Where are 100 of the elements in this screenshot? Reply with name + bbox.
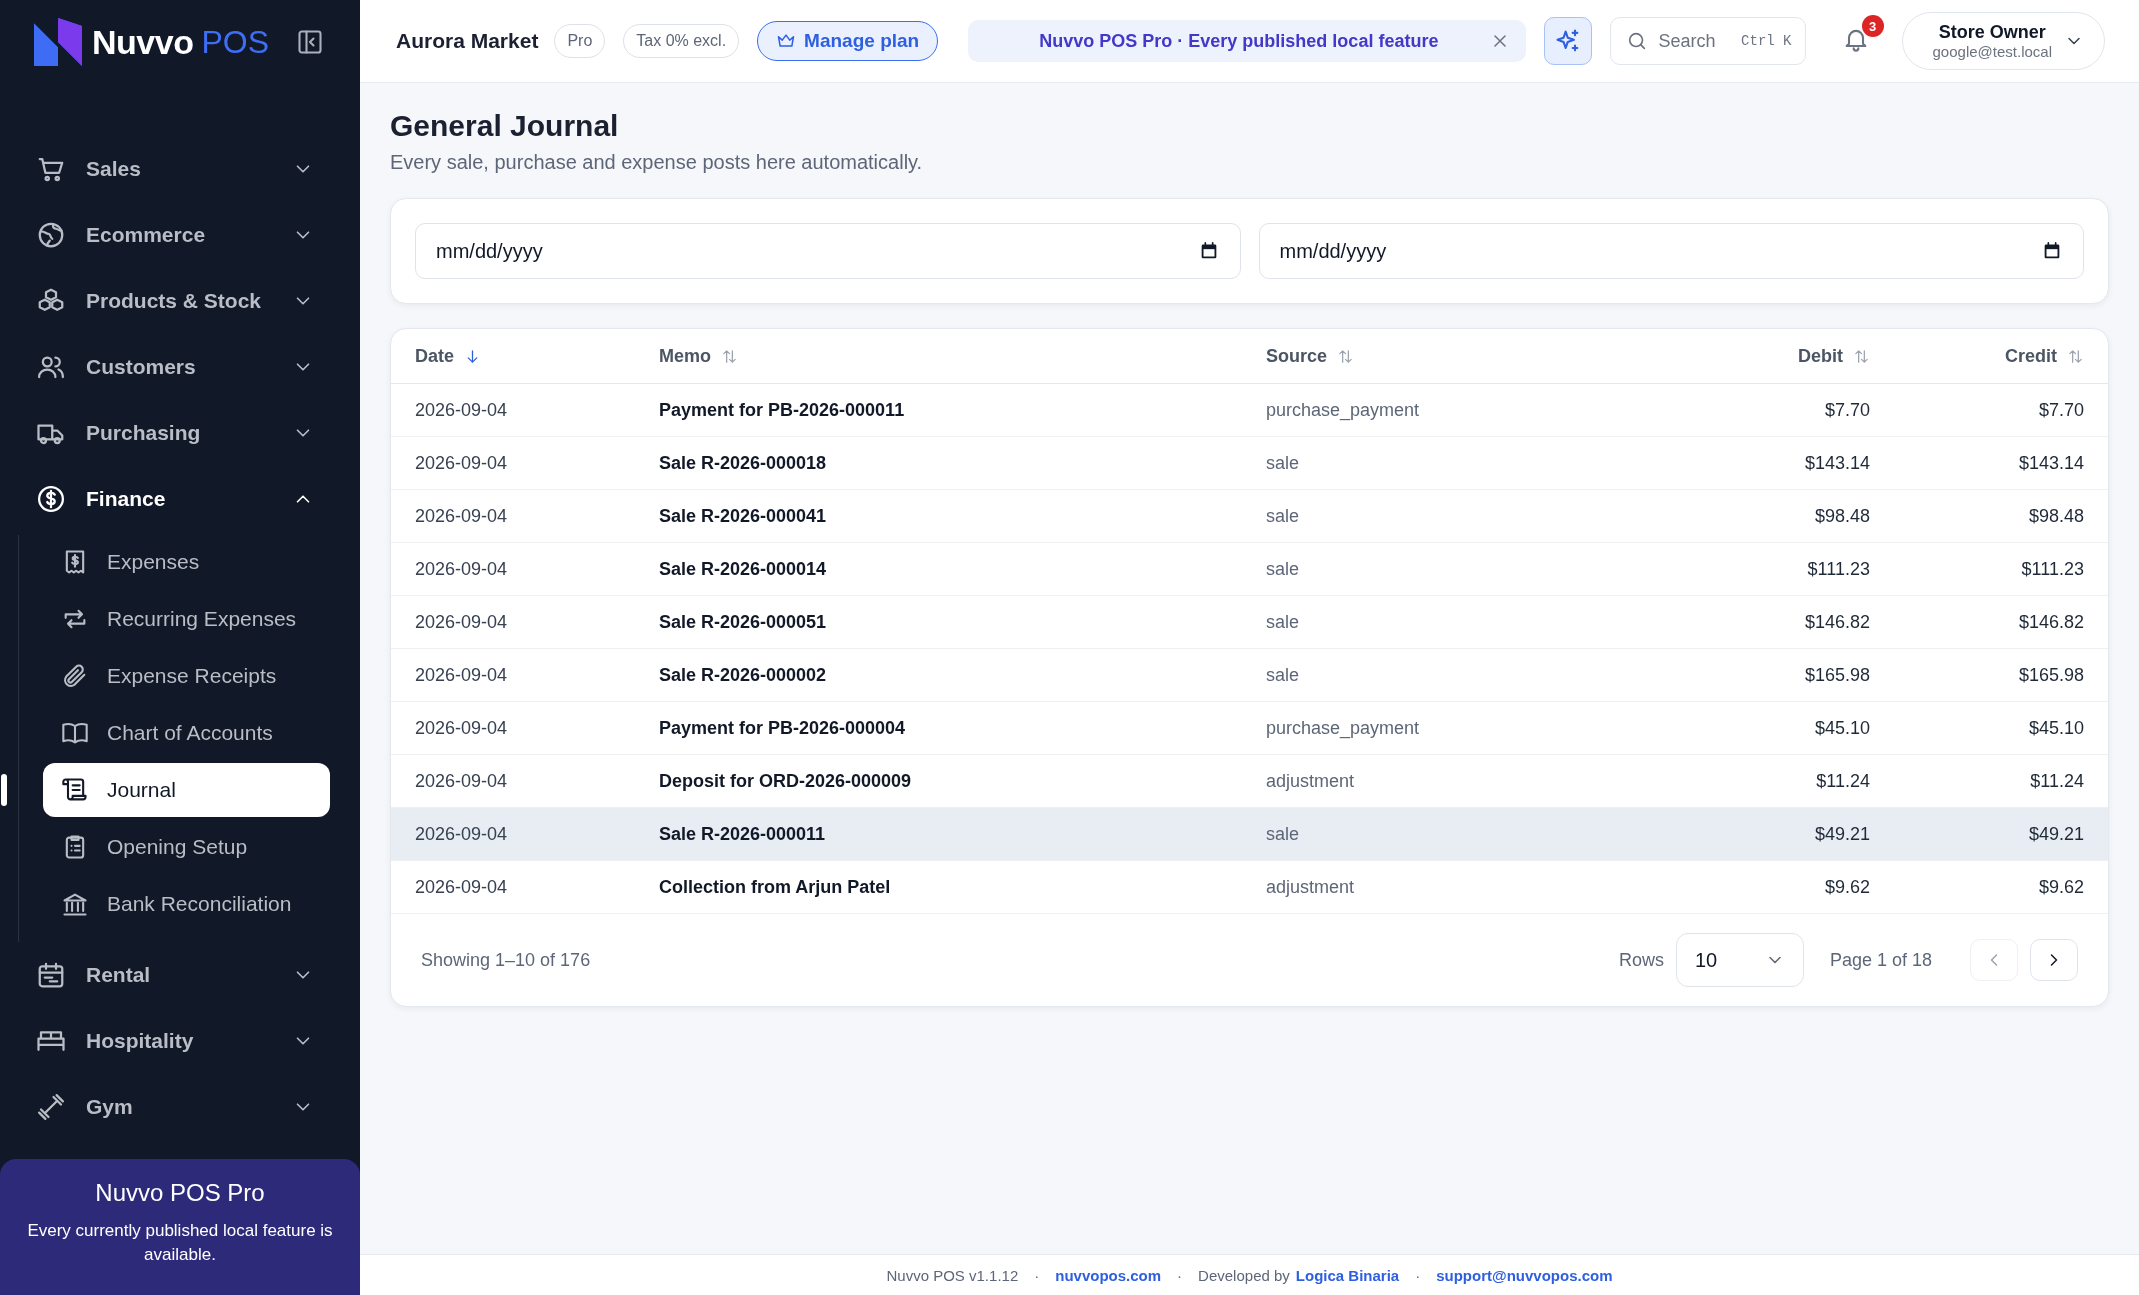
table-cell-text: sale xyxy=(1266,451,1301,475)
nav-item[interactable]: Ecommerce xyxy=(0,202,360,268)
table-cell-text: sale xyxy=(1266,610,1301,634)
table-cell-text: $165.98 xyxy=(1803,663,1870,687)
table-cell-text: sale xyxy=(1266,557,1301,581)
date-field[interactable]: mm/dd/yyyy xyxy=(415,223,1241,279)
table-cell-text: $143.14 xyxy=(2017,451,2085,475)
manage-plan-button[interactable]: Manage plan xyxy=(757,21,939,61)
table-cell-text: 2026-09-04 xyxy=(414,610,509,634)
footer-link[interactable]: support@nuvvopos.com xyxy=(1436,1266,1613,1284)
column-header[interactable]: Source xyxy=(1266,329,1526,383)
table-cell-text: Collection from Arjun Patel xyxy=(659,875,892,899)
table-cell-text: $146.82 xyxy=(1803,610,1870,634)
rows-per-page-select[interactable]: 10 xyxy=(1675,933,1804,987)
table-cell-text: $11.24 xyxy=(1815,769,1870,793)
table-cell-text: Payment for PB-2026-000004 xyxy=(659,716,907,740)
table-cell-text: Sale R-2026-000051 xyxy=(659,610,828,634)
footer-text: Nuvvo POS v1.1.12 xyxy=(886,1266,1019,1284)
notification-count: 3 xyxy=(1861,15,1884,37)
table-cell-text: Deposit for ORD-2026-000009 xyxy=(659,769,913,793)
nav-item[interactable]: Finance xyxy=(0,466,360,532)
table-cell-text: $143.14 xyxy=(1803,451,1870,475)
nav-item[interactable]: Products & Stock xyxy=(0,268,360,334)
table-cell-text: adjustment xyxy=(1266,875,1356,899)
nav-item[interactable]: Customers xyxy=(0,334,360,400)
page-info: Page 1 of 18 xyxy=(1829,949,1932,971)
table-cell-text: sale xyxy=(1266,663,1301,687)
nav-item[interactable]: Hospitality xyxy=(0,1008,360,1074)
table-cell-text: Sale R-2026-000018 xyxy=(659,451,828,475)
user-menu[interactable]: Store Owner google@test.local xyxy=(1901,12,2105,70)
footer-text: Developed by xyxy=(1198,1266,1290,1284)
table-cell-text: $49.21 xyxy=(1813,822,1870,846)
table-cell-text: 2026-09-04 xyxy=(414,504,509,528)
table-cell-text: 2026-09-04 xyxy=(414,822,509,846)
logo: Nuvvo POS xyxy=(26,10,269,74)
table-cell-text: $111.23 xyxy=(2020,557,2085,581)
page-title: General Journal xyxy=(390,109,620,143)
table-cell-text: Payment for PB-2026-000011 xyxy=(659,398,906,422)
sparkle-button[interactable] xyxy=(1543,17,1592,65)
table-cell-text: $98.48 xyxy=(1813,504,1870,528)
table-cell-text: $49.21 xyxy=(2027,822,2085,846)
column-header[interactable]: Date xyxy=(391,329,659,383)
table-cell-text: 2026-09-04 xyxy=(414,769,509,793)
table-cell-text: Sale R-2026-000011 xyxy=(659,822,827,846)
nav-item[interactable]: Rental xyxy=(0,942,360,1008)
column-header[interactable]: Credit xyxy=(1870,329,2108,383)
table-cell-text: $9.62 xyxy=(1823,875,1870,899)
table-cell-text: purchase_payment xyxy=(1266,716,1421,741)
table-cell-text: $9.62 xyxy=(2037,875,2085,899)
nav-item[interactable]: Gym xyxy=(0,1074,360,1140)
table-row[interactable]: 2026-09-04 Payment for PB-2026-000011 purchase_payment $7.70 $7.70 xyxy=(391,384,2108,437)
nav-item[interactable]: Purchasing xyxy=(0,400,360,466)
shortcut-hint: Ctrl K xyxy=(1741,33,1792,49)
nav-subitem[interactable]: Expense Receipts xyxy=(43,649,330,703)
table-cell-text: purchase_payment xyxy=(1266,398,1421,423)
collapse-sidebar-icon[interactable] xyxy=(296,28,324,56)
nav-subitem[interactable]: Chart of Accounts xyxy=(43,706,330,760)
table-row[interactable]: 2026-09-04 Payment for PB-2026-000004 purchase_payment $45.10 $45.10 xyxy=(391,702,2108,755)
table-cell-text: $7.70 xyxy=(1823,398,1870,422)
nav-subitem[interactable]: Recurring Expenses xyxy=(43,592,330,646)
table-cell-text: $45.10 xyxy=(2027,716,2085,740)
table-row[interactable]: 2026-09-04 Sale R-2026-000002 sale $165.98 $165.98 xyxy=(391,649,2108,702)
table-cell-text: $11.24 xyxy=(2029,769,2085,793)
table-cell-text: $146.82 xyxy=(2017,610,2085,634)
table-cell-text: $45.10 xyxy=(1813,716,1870,740)
dollar-circle-icon xyxy=(36,484,66,514)
banner-text: Nuvvo POS Pro · Every published local feature xyxy=(1038,30,1440,52)
promo-text: Every currently published local feature is available. xyxy=(26,1220,334,1266)
page-subtitle: Every sale, purchase and expense posts here automatically. xyxy=(390,151,924,174)
promo-title: Nuvvo POS Pro xyxy=(94,1179,266,1207)
row-summary: Showing 1–10 of 176 xyxy=(421,949,591,971)
table-row[interactable]: 2026-09-04 Sale R-2026-000018 sale $143.14 $143.14 xyxy=(391,437,2108,490)
footer-link[interactable]: nuvvopos.com xyxy=(1055,1266,1162,1284)
table-row[interactable]: 2026-09-04 Sale R-2026-000014 sale $111.23 $111.23 xyxy=(391,543,2108,596)
table-row[interactable]: 2026-09-04 Sale R-2026-000041 sale $98.48 $98.48 xyxy=(391,490,2108,543)
footer-link[interactable]: Logica Binaria xyxy=(1295,1266,1400,1284)
table-cell-text: 2026-09-04 xyxy=(414,663,509,687)
table-row[interactable]: 2026-09-04 Sale R-2026-000011 sale $49.21 $49.21 xyxy=(391,808,2108,861)
nav-subitem[interactable]: Opening Setup xyxy=(43,820,330,874)
nav-subitem[interactable]: Expenses xyxy=(43,535,330,589)
table-cell-text: Sale R-2026-000014 xyxy=(659,557,828,581)
date-field[interactable]: mm/dd/yyyy xyxy=(1258,223,2084,279)
table-cell-text: 2026-09-04 xyxy=(414,398,509,422)
nav-item[interactable]: Sales xyxy=(0,136,360,202)
table-row[interactable]: 2026-09-04 Sale R-2026-000051 sale $146.82 $146.82 xyxy=(391,596,2108,649)
column-header[interactable]: Memo xyxy=(659,329,1266,383)
nav-subitem[interactable]: Bank Reconciliation xyxy=(43,877,330,931)
table-cell-text: adjustment xyxy=(1266,769,1356,793)
rows-label: Rows xyxy=(1618,949,1664,971)
table-cell-text: $111.23 xyxy=(1806,557,1870,581)
separator-dot: · xyxy=(1177,1266,1183,1284)
table-cell-text: 2026-09-04 xyxy=(414,875,509,899)
separator-dot: · xyxy=(1034,1266,1040,1284)
column-header[interactable]: Debit xyxy=(1526,329,1870,383)
dumbbell-icon xyxy=(36,1092,66,1122)
table-cell-text: $98.48 xyxy=(2027,504,2085,528)
table-cell-text: 2026-09-04 xyxy=(414,451,509,475)
table-row[interactable]: 2026-09-04 Collection from Arjun Patel adjustment $9.62 $9.62 xyxy=(391,861,2108,914)
table-cell-text: sale xyxy=(1266,822,1301,846)
table-cell-text: $165.98 xyxy=(2017,663,2085,687)
